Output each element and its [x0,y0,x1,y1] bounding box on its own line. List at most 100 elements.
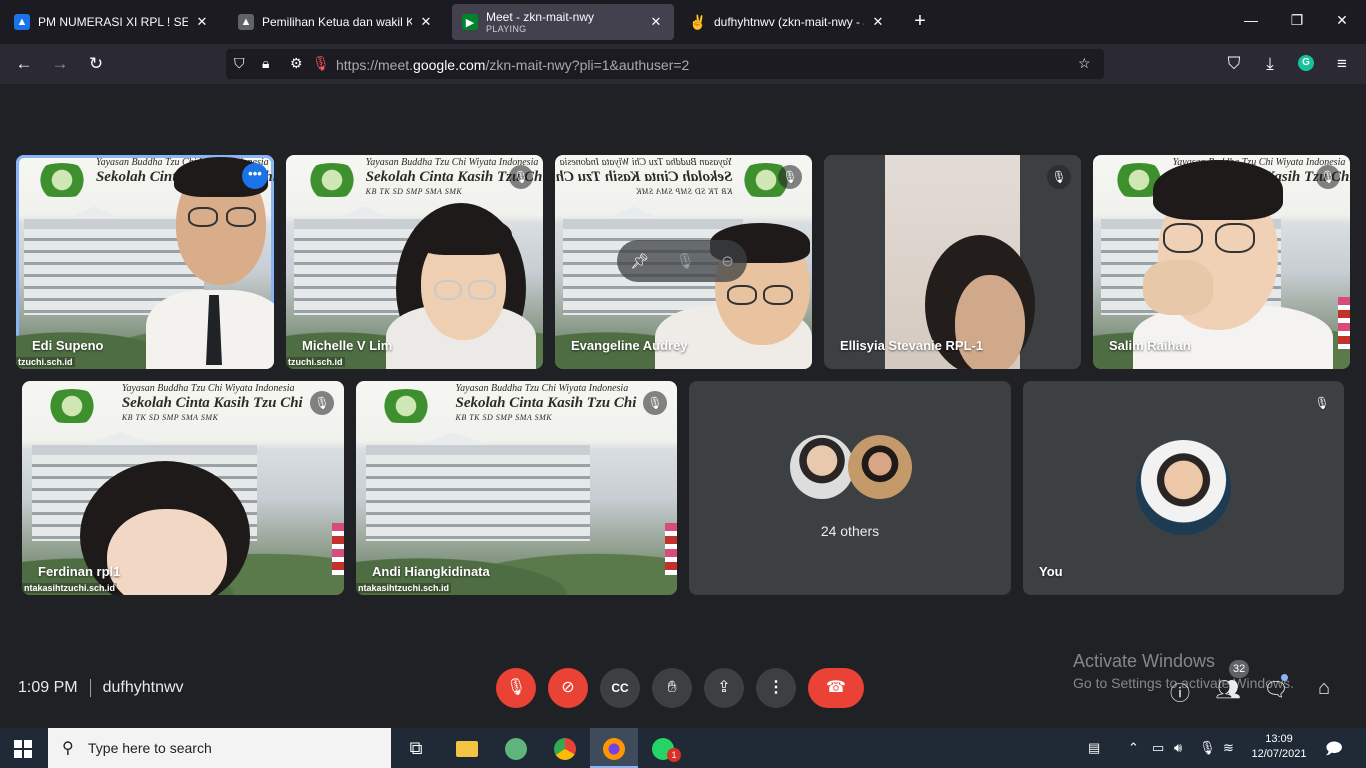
social-media-strip [665,523,677,575]
school-logo [41,389,104,423]
close-tab-icon[interactable]: ✕ [194,14,210,30]
remove-participant-icon[interactable]: ⊖ [721,252,734,270]
meeting-controls-bar: 1:09 PM dufhyhtnwv 🎙︎ ⊘ CC ✋︎ ⇪ ⋮ ☎ ⓘ 👥︎ … [0,660,1366,728]
bookmark-star-icon[interactable]: ☆ [1078,55,1091,72]
search-icon: ⚲ [62,740,74,757]
banner-line: Yayasan Buddha Tzu Chi Wiyata Indonesia [365,157,539,168]
task-view-icon[interactable]: ⧉ [392,728,440,768]
people-icon[interactable]: 👥︎ [1215,677,1241,702]
banner-line: KB TK SD SMP SMA SMK [635,187,733,196]
banner-line: Yayasan Buddha Tzu Chi Wiyata Indonesia [559,157,733,168]
tab-pemilihan-ketua[interactable]: ▲ Pemilihan Ketua dan wakil Ketua ✕ [228,4,444,40]
banner-line: KB TK SD SMP SMA SMK [121,413,219,422]
background-url: tzuchi.sch.id [16,357,75,367]
participant-tile-salim-raihan[interactable]: Yayasan Buddha Tzu Chi Wiyata Indonesia … [1093,155,1350,369]
chrome-icon[interactable] [541,728,589,768]
meeting-time: 1:09 PM [18,679,78,697]
school-banner: Yayasan Buddha Tzu Chi Wiyata Indonesia … [356,381,677,432]
tab-playing-label: PLAYING [486,24,527,34]
self-avatar [1136,440,1231,535]
grammarly-extension-icon[interactable]: G [1298,55,1314,71]
close-tab-icon[interactable]: ✕ [418,14,434,30]
camera-off-button[interactable]: ⊘ [548,668,588,708]
permissions-icon[interactable]: ⚙ [290,55,303,72]
mic-off-icon: 🎙︎ [1314,396,1330,410]
mute-participant-icon[interactable]: 🎙︎ [676,252,695,270]
tab-dufhyhtnwv[interactable]: ✌ dufhyhtnwv (zkn-mait-nwy - Ju ✕ [680,4,896,40]
leave-call-button[interactable]: ☎ [808,668,864,708]
participant-name: Andi Hiangkidinata [372,564,490,579]
background-url: ntakasihtzuchi.sch.id [22,583,118,593]
participant-video [885,155,1035,369]
more-options-button[interactable]: ⋮ [756,668,796,708]
self-tile[interactable]: 🎙︎ You [1023,381,1344,595]
minimize-icon[interactable]: — [1241,12,1261,28]
school-logo [301,163,364,197]
microphone-off-button[interactable]: 🎙︎ [496,668,536,708]
others-tile[interactable]: 24 others [689,381,1011,595]
pocket-icon[interactable]: ⛉ [1223,54,1245,74]
windows-taskbar: ⚲ Type here to search ⧉ 1 ▤ ⌃ ▭ 🔊︎ 🎙︎ ≋ … [0,728,1366,768]
mic-off-icon: 🎙︎ [643,391,667,415]
wifi-icon[interactable]: ≋ [1223,740,1234,756]
present-screen-button[interactable]: ⇪ [704,668,744,708]
close-window-icon[interactable]: ✕ [1332,12,1352,29]
lock-icon[interactable]: 🔒︎ [262,55,269,72]
chevron-up-icon[interactable]: ⌃ [1128,740,1139,756]
participant-tile-edi-supeno[interactable]: Yayasan Buddha Tzu Chi Wiyata Indonesia … [16,155,274,369]
battery-icon[interactable]: ▭ [1152,740,1164,756]
participant-tile-evangeline-audrey[interactable]: Yayasan Buddha Tzu Chi Wiyata Indonesia … [555,155,812,369]
participant-name: Michelle V Lim [302,338,393,353]
background-url: tzuchi.sch.id [286,357,345,367]
shield-icon[interactable]: ⛉ [234,55,245,72]
microphone-blocked-icon[interactable]: 🎙︎ [312,55,330,72]
whatsapp-badge: 1 [667,748,681,762]
tab-meet[interactable]: ▶ Meet - zkn-mait-nwy PLAYING ✕ [452,4,674,40]
close-tab-icon[interactable]: ✕ [648,14,664,30]
news-widget-icon[interactable]: ▤ [1088,740,1100,756]
participant-tile-andi-hiangkidinata[interactable]: Yayasan Buddha Tzu Chi Wiyata Indonesia … [356,381,677,595]
atom-editor-icon[interactable] [492,728,540,768]
others-count-label: 24 others [820,523,880,539]
new-tab-button[interactable]: + [908,10,932,33]
tab-pm-numerasi[interactable]: ▲ PM NUMERASI XI RPL ! SENIN ✕ [4,4,220,40]
restore-icon[interactable]: ❐ [1287,12,1307,29]
participant-tile-ellisyia-stevanie[interactable]: 🎙︎ Ellisyia Stevanie RPL-1 [824,155,1081,369]
participant-tile-ferdinan[interactable]: Yayasan Buddha Tzu Chi Wiyata Indonesia … [22,381,344,595]
banner-line: Sekolah Cinta Kasih Tzu Chi [121,395,303,411]
participant-tile-michelle-v-lim[interactable]: Yayasan Buddha Tzu Chi Wiyata Indonesia … [286,155,543,369]
microphone-icon[interactable]: 🎙︎ [1199,740,1216,756]
mic-off-icon: 🎙︎ [310,391,334,415]
participant-name: Ferdinan rpl1 [38,564,121,579]
meeting-details-icon[interactable]: ⓘ [1167,677,1193,706]
menu-icon[interactable]: ≡ [1331,54,1353,74]
participant-name: Evangeline Audrey [571,338,688,353]
whatsapp-icon[interactable]: 1 [639,728,687,768]
taskbar-search-box[interactable]: ⚲ Type here to search [48,728,391,768]
close-tab-icon[interactable]: ✕ [870,14,886,30]
more-options-button[interactable]: ••• [242,163,268,189]
taskbar-clock[interactable]: 13:09 12/07/2021 [1248,732,1310,762]
banner-line: Sekolah Cinta Kasih Tzu Chi [555,169,733,185]
hand-emoji-icon: ✌ [689,13,707,30]
reload-icon[interactable]: ↻ [85,54,107,74]
raise-hand-button[interactable]: ✋︎ [652,668,692,708]
meet-icon: ▶ [462,14,478,30]
chat-notification-dot [1281,674,1288,681]
pin-icon[interactable]: 📌︎ [630,252,649,270]
activities-icon[interactable]: ⌂ [1311,677,1337,700]
participant-name: Ellisyia Stevanie RPL-1 [840,338,984,353]
downloads-icon[interactable]: ⤓ [1259,54,1281,74]
firefox-icon[interactable] [590,728,638,768]
url-text[interactable]: https://meet.google.com/zkn-mait-nwy?pli… [336,57,689,73]
classroom-icon: ▲ [238,14,254,30]
navigation-bar: ← → ↻ ⛉ 🔒︎ ⚙ 🎙︎ https://meet.google.com/… [0,44,1366,84]
back-icon[interactable]: ← [13,54,35,74]
windows-start-icon[interactable] [14,740,32,758]
forward-icon[interactable]: → [49,54,71,74]
captions-button[interactable]: CC [600,668,640,708]
notifications-icon[interactable]: 🗩︎ [1325,738,1343,765]
volume-icon[interactable]: 🔊︎ [1174,740,1182,756]
file-explorer-icon[interactable] [443,728,491,768]
url-bar[interactable]: ⛉ 🔒︎ ⚙ 🎙︎ https://meet.google.com/zkn-ma… [226,49,1104,79]
